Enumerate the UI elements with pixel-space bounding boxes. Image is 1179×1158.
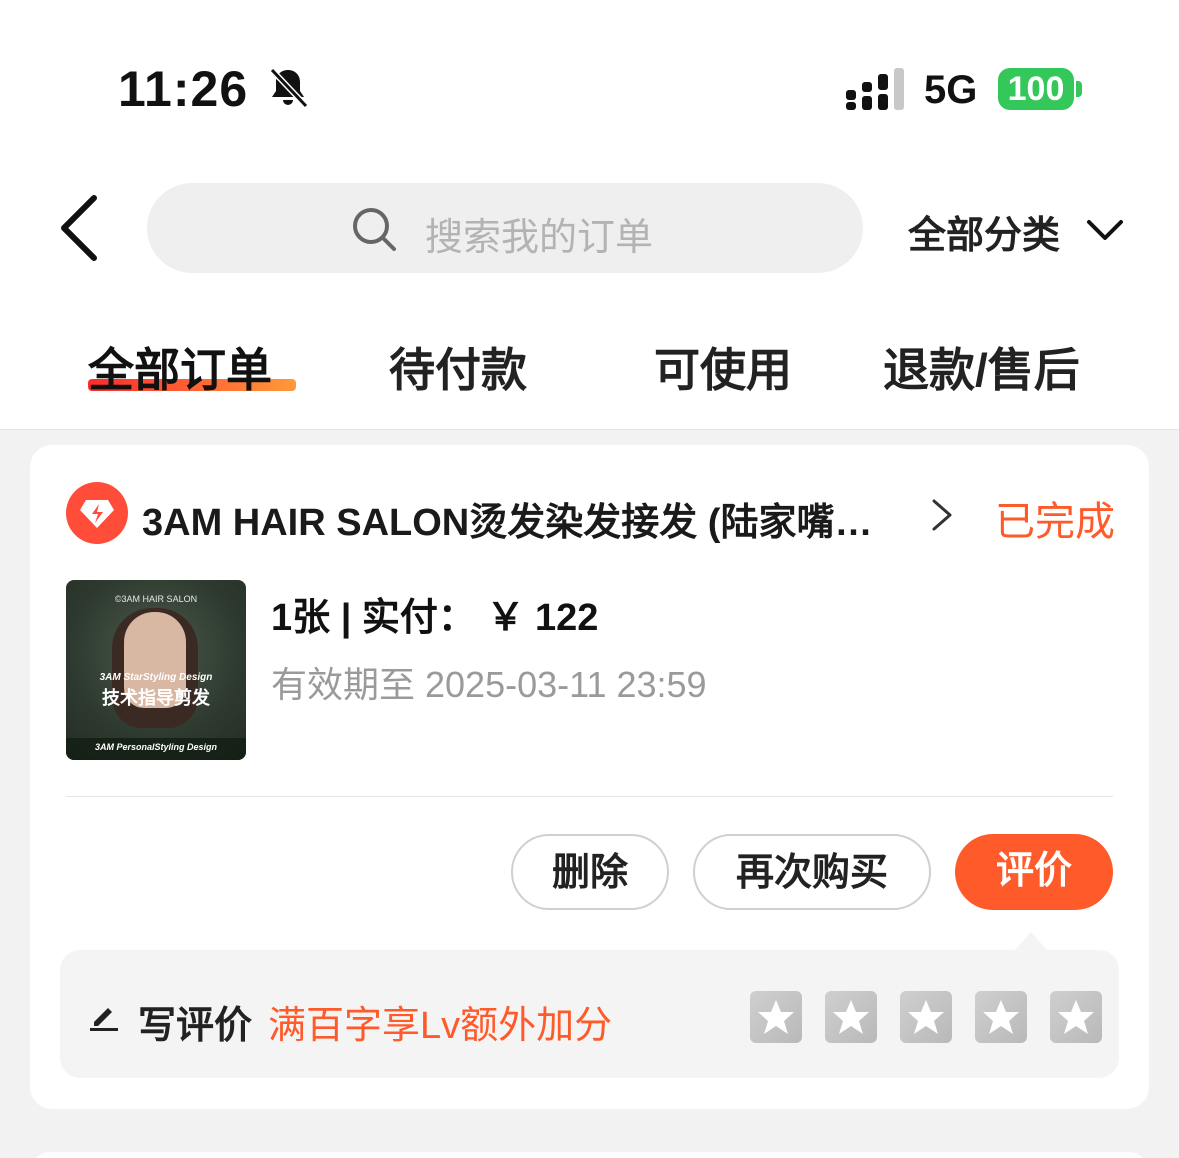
search-input[interactable]: 搜索我的订单 <box>147 183 863 273</box>
divider <box>66 796 1113 797</box>
quantity-price: 1张 | 实付： ￥ 122 <box>271 597 599 639</box>
rebuy-button[interactable]: 再次购买 <box>693 834 931 910</box>
star-rating-1[interactable] <box>750 991 802 1043</box>
chevron-down-icon[interactable] <box>1085 210 1125 250</box>
network-type: 5G <box>924 68 978 112</box>
signal-icon <box>846 68 904 110</box>
validity-date: 有效期至 2025-03-11 23:59 <box>271 664 707 705</box>
tab-pending-payment[interactable]: 待付款 <box>389 334 527 400</box>
thumbnail-title: 技术指导剪发 <box>102 688 210 708</box>
review-bonus-hint: 满百字享Lv额外加分 <box>268 1005 613 1047</box>
chevron-right-icon[interactable] <box>930 497 954 533</box>
product-thumbnail[interactable]: ©3AM HAIR SALON 3AM StarStyling Design 技… <box>66 580 246 760</box>
tab-refund-aftersale[interactable]: 退款/售后 <box>883 334 1080 400</box>
search-placeholder: 搜索我的订单 <box>425 217 654 259</box>
order-status: 已完成 <box>995 500 1115 544</box>
pen-icon <box>90 1008 118 1031</box>
search-icon <box>353 208 396 251</box>
header-area: 11:26 5G 100 搜索我的订单 全部分类 全部订单 待付款 可使用 退款… <box>0 0 1179 430</box>
review-button[interactable]: 评价 <box>955 834 1113 910</box>
category-filter[interactable]: 全部分类 <box>908 204 1060 259</box>
battery-icon: 100 <box>998 68 1082 110</box>
tab-usable[interactable]: 可使用 <box>654 334 792 400</box>
shop-name[interactable]: 3AM HAIR SALON烫发染发接发 (陆家嘴… <box>142 491 872 546</box>
bell-slash-icon <box>269 67 309 109</box>
tab-all-orders[interactable]: 全部订单 <box>88 334 272 400</box>
write-review-panel[interactable]: 写评价 满百字享Lv额外加分 <box>60 950 1119 1078</box>
battery-level: 100 <box>998 68 1074 110</box>
thumbnail-footer: 3AM PersonalStyling Design <box>94 742 218 752</box>
thumbnail-brand: ©3AM HAIR SALON <box>114 594 198 604</box>
star-rating-4[interactable] <box>975 991 1027 1043</box>
star-rating-2[interactable] <box>825 991 877 1043</box>
star-rating-3[interactable] <box>900 991 952 1043</box>
shop-logo-icon <box>66 482 128 544</box>
write-review-label: 写评价 <box>138 1005 253 1047</box>
star-rating-5[interactable] <box>1050 991 1102 1043</box>
back-arrow-icon[interactable] <box>56 192 102 264</box>
delete-button[interactable]: 删除 <box>511 834 669 910</box>
review-pointer <box>1015 932 1047 950</box>
thumbnail-subtitle: 3AM StarStyling Design <box>99 672 213 683</box>
status-time: 11:26 <box>118 61 249 117</box>
next-order-card <box>30 1152 1149 1158</box>
order-card: 3AM HAIR SALON烫发染发接发 (陆家嘴… 已完成 ©3AM HAIR… <box>30 445 1149 1109</box>
